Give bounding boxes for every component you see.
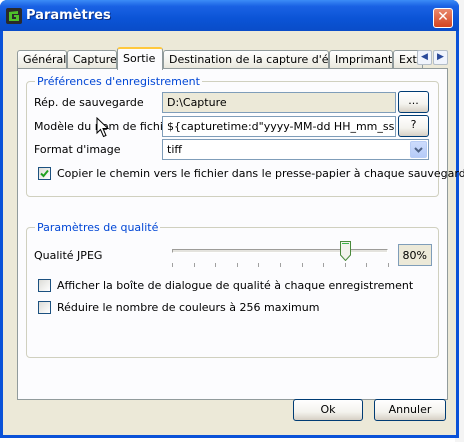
slider-tick bbox=[237, 263, 238, 267]
pattern-help-button[interactable]: ? bbox=[398, 115, 429, 137]
chevron-right-icon: ▶ bbox=[437, 52, 444, 62]
tab-label: Destination de la capture d'écran bbox=[169, 53, 329, 66]
reduce-colors-label: Réduire le nombre de couleurs à 256 maxi… bbox=[57, 301, 320, 314]
copy-path-label: Copier le chemin vers le fichier dans le… bbox=[57, 167, 464, 180]
show-quality-dialog-label: Afficher la boîte de dialogue de qualité… bbox=[57, 279, 414, 292]
tab-destination[interactable]: Destination de la capture d'écran bbox=[163, 50, 329, 69]
tab-label: Capture bbox=[73, 53, 117, 66]
save-preferences-legend: Préférences d'enregistrement bbox=[37, 75, 200, 88]
jpeg-quality-value: 80% bbox=[398, 244, 432, 266]
image-format-value: tiff bbox=[167, 143, 182, 156]
slider-tick bbox=[388, 263, 389, 267]
reduce-colors-checkbox[interactable] bbox=[38, 301, 51, 314]
format-dropdown-button[interactable] bbox=[410, 141, 427, 158]
show-quality-dialog-checkbox[interactable] bbox=[38, 279, 51, 292]
tab-imprimante[interactable]: Imprimante bbox=[329, 50, 393, 69]
slider-tick bbox=[258, 263, 259, 267]
browse-button[interactable]: ... bbox=[398, 91, 429, 113]
chevron-left-icon: ◀ bbox=[421, 52, 428, 62]
greenshot-app-icon bbox=[6, 8, 22, 24]
slider-track bbox=[172, 249, 388, 253]
save-directory-label: Rép. de sauvegarde bbox=[34, 96, 144, 109]
tab-general[interactable]: Général bbox=[17, 50, 67, 69]
tab-strip: Général Capture Sortie Destination de la… bbox=[17, 47, 448, 70]
tab-label: Sortie bbox=[123, 52, 156, 65]
cancel-button[interactable]: Annuler bbox=[374, 399, 446, 421]
save-directory-field[interactable]: D:\Capture bbox=[162, 92, 396, 113]
slider-tick bbox=[366, 263, 367, 267]
slider-thumb[interactable] bbox=[340, 241, 351, 261]
tab-sortie[interactable]: Sortie bbox=[117, 47, 163, 70]
slider-tick bbox=[345, 263, 346, 267]
close-button[interactable]: ✕ bbox=[433, 8, 453, 28]
close-icon: ✕ bbox=[437, 9, 449, 25]
copy-path-checkbox[interactable] bbox=[38, 167, 51, 180]
tab-capture[interactable]: Capture bbox=[67, 50, 117, 69]
chevron-down-icon bbox=[414, 147, 423, 153]
dialog-body: Général Capture Sortie Destination de la… bbox=[3, 31, 464, 435]
tab-scroll-right-button[interactable]: ▶ bbox=[433, 50, 448, 65]
slider-tick bbox=[172, 263, 173, 267]
image-format-select[interactable]: tiff bbox=[162, 139, 429, 160]
slider-tick bbox=[302, 263, 303, 267]
check-icon bbox=[40, 169, 49, 178]
jpeg-quality-label: Qualité JPEG bbox=[34, 249, 103, 262]
tab-label: Général bbox=[23, 53, 67, 66]
settings-dialog: Paramètres ✕ Général Capture Sortie Dest… bbox=[0, 0, 464, 438]
tab-scroll-left-button[interactable]: ◀ bbox=[417, 50, 432, 65]
title-bar[interactable]: Paramètres ✕ bbox=[0, 0, 459, 31]
jpeg-quality-slider[interactable] bbox=[166, 241, 394, 269]
slider-tick bbox=[194, 263, 195, 267]
tab-label: Imprimante bbox=[335, 53, 393, 66]
image-format-label: Format d'image bbox=[34, 143, 121, 156]
tab-panel-sortie: Préférences d'enregistrement Rép. de sau… bbox=[17, 68, 464, 400]
slider-tick bbox=[323, 263, 324, 267]
slider-tick bbox=[280, 263, 281, 267]
filename-pattern-input[interactable]: ${capturetime:d"yyyy-MM-dd HH_mm_ss"}-${… bbox=[162, 116, 396, 137]
quality-legend: Paramètres de qualité bbox=[37, 221, 159, 234]
slider-tick bbox=[215, 263, 216, 267]
ok-button[interactable]: Ok bbox=[293, 399, 363, 421]
window-title: Paramètres bbox=[26, 8, 111, 23]
mouse-cursor-icon bbox=[96, 117, 110, 138]
